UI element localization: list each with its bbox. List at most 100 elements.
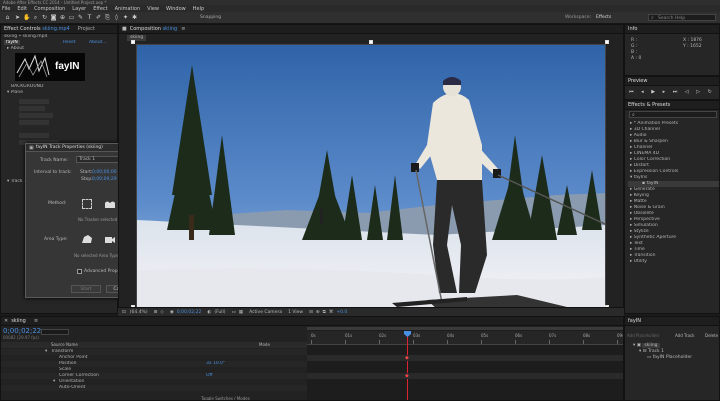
tab-preview[interactable]: Preview — [628, 78, 647, 84]
tree-placeholder[interactable]: ▭ fayIN Placeholder — [633, 355, 692, 361]
menu-item-file[interactable]: File — [2, 6, 10, 12]
tab-menu-icon[interactable]: ≡ — [34, 318, 38, 324]
viewer-timecode[interactable]: 0;00;02;22 — [177, 310, 202, 315]
comp-lock-icon[interactable]: ■ — [122, 26, 127, 32]
menu-item-composition[interactable]: Composition — [34, 6, 65, 12]
start-label: Start: — [80, 170, 93, 175]
mask-icon[interactable]: ◇ — [160, 310, 163, 315]
corner-handle[interactable] — [605, 40, 609, 44]
timeline-graph[interactable]: 0s 01s 02s 03s 04s 05s 06s 07s 08s 09s ◆ ◆ — [307, 327, 623, 400]
menu-item-edit[interactable]: Edit — [17, 6, 27, 12]
effects-search-input[interactable]: ⌕ — [629, 111, 717, 118]
tab-fayin[interactable]: fayIN — [628, 318, 641, 324]
zoom-tool-icon[interactable]: ⌕ — [32, 14, 39, 21]
tracker-shape-icon[interactable] — [104, 199, 116, 209]
grid-icon[interactable]: ⊞ — [154, 310, 158, 315]
comp-breadcrumb[interactable]: skiing — [127, 35, 147, 41]
home-icon[interactable]: ⌂ — [4, 14, 11, 21]
resolution-select[interactable]: (Full) — [214, 310, 225, 315]
about-link[interactable]: About... — [89, 40, 107, 46]
ruler-tick — [413, 340, 414, 344]
edge-handle[interactable] — [369, 40, 373, 44]
exposure-value[interactable]: +0.0 — [336, 310, 347, 315]
col-source-name[interactable]: Source Name — [51, 342, 78, 348]
puppet-tool-icon[interactable]: ✱ — [131, 14, 138, 21]
menu-item-animation[interactable]: Animation — [115, 6, 141, 12]
area-type-object-icon[interactable] — [81, 234, 93, 244]
corner-handle[interactable] — [131, 40, 135, 44]
viewer-image[interactable] — [136, 44, 606, 308]
camera-select[interactable]: Active Camera — [249, 310, 282, 315]
brush-tool-icon[interactable]: ✐ — [95, 14, 102, 21]
camera-snapshot-icon[interactable]: ◉ — [170, 310, 174, 315]
effects-category-item[interactable]: ▸ Utility — [628, 259, 719, 265]
toggle-pixel-icon[interactable]: ⊟ — [309, 310, 313, 315]
plane-row[interactable]: ▾ Plane — [1, 90, 117, 96]
timeline-property-row[interactable]: Auto-Orient — [1, 385, 307, 391]
tab-timeline-skiing[interactable]: skiing — [11, 318, 26, 324]
stop-timecode[interactable]: 0;00;09;29 — [92, 177, 117, 182]
roto-tool-icon[interactable]: ✦ — [122, 14, 129, 21]
timeline-search-input[interactable] — [41, 329, 69, 335]
menu-item-window[interactable]: Window — [166, 6, 186, 12]
pen-tool-icon[interactable]: ✎ — [77, 14, 84, 21]
clone-tool-icon[interactable]: ⎘ — [104, 14, 111, 21]
workspace-select[interactable]: Effects — [596, 15, 611, 20]
region-icon[interactable]: ▭ — [232, 310, 236, 315]
time-ruler[interactable]: 0s 01s 02s 03s 04s 05s 06s 07s 08s 09s — [307, 331, 623, 345]
menu-item-help[interactable]: Help — [193, 6, 204, 12]
add-track-button[interactable]: Add Track — [675, 333, 694, 338]
keyframe-marker[interactable]: ◆ — [405, 373, 409, 379]
menu-item-effect[interactable]: Effect — [93, 6, 107, 12]
add-placeholder-button[interactable]: Add Placeholder — [627, 333, 659, 338]
menu-item-layer[interactable]: Layer — [72, 6, 86, 12]
view-layout-select[interactable]: 1 View — [288, 310, 303, 315]
pan-behind-tool-icon[interactable]: ⊕ — [59, 14, 66, 21]
snapping-label[interactable]: Snapping — [200, 15, 221, 20]
tab-effect-controls[interactable]: Effect Controls skiing.mp4 — [4, 26, 70, 32]
rotate-tool-icon[interactable]: ↻ — [41, 14, 48, 21]
tab-menu-icon[interactable]: ≡ — [181, 26, 185, 32]
tab-composition[interactable]: Composition skiing — [130, 26, 177, 32]
work-area-bar[interactable] — [307, 327, 623, 330]
start-button[interactable]: Start — [71, 285, 101, 293]
col-mode[interactable]: Mode — [259, 342, 270, 348]
current-time-indicator[interactable] — [407, 331, 408, 400]
menu-item-view[interactable]: View — [147, 6, 159, 12]
type-tool-icon[interactable]: T — [86, 14, 93, 21]
area-type-camera-icon[interactable] — [104, 234, 116, 244]
render-icon[interactable]: ⊕ — [316, 310, 320, 315]
reset-link[interactable]: Reset — [63, 40, 76, 46]
flowchart-icon[interactable]: ⌘ — [329, 310, 334, 315]
tab-effects-presets[interactable]: Effects & Presets — [628, 102, 670, 108]
toggle-switches-modes[interactable]: Toggle Switches / Modes — [201, 396, 250, 400]
about-row[interactable]: ▸ About — [1, 46, 117, 52]
mask-tool-icon[interactable]: ▭ — [68, 14, 75, 21]
track-row[interactable]: ▾ Track 1 — [1, 179, 27, 185]
preview-controls[interactable]: ⏮ ◂ ▶ ▸ ⏭ ◁ ▷ ↻ — [629, 89, 715, 95]
keyframe-marker[interactable]: ◆ — [405, 355, 409, 361]
3d-icon[interactable]: ⧉ — [323, 309, 326, 315]
info-xy: X : 1876 Y : 1652 — [683, 38, 702, 49]
magnify-icon[interactable]: ⊡ — [122, 310, 126, 315]
selection-tool-icon[interactable]: ➤ — [14, 14, 21, 21]
effect-row[interactable]: fayIN Reset About... — [1, 40, 117, 46]
tab-project[interactable]: Project — [78, 26, 95, 32]
close-tab-icon[interactable]: ✕ — [4, 318, 8, 324]
color-icon[interactable]: ◐ — [207, 310, 211, 315]
delete-button[interactable]: Delete — [705, 333, 718, 338]
eraser-tool-icon[interactable]: ◊ — [113, 14, 120, 21]
track-name-input[interactable]: Track 1 — [76, 156, 121, 163]
hand-tool-icon[interactable]: ✋ — [23, 14, 30, 21]
ruler-label: 04s — [447, 333, 455, 338]
advanced-checkbox[interactable] — [77, 269, 82, 274]
planar-tracker-icon[interactable] — [82, 199, 92, 209]
transparency-icon[interactable]: ▦ — [239, 310, 243, 315]
zoom-select[interactable]: (64.4%) — [130, 310, 148, 315]
start-timecode[interactable]: 0;00;00;00 — [92, 170, 117, 175]
tab-info[interactable]: Info — [628, 26, 637, 32]
timeline-timecode[interactable]: 0;00;02;22 — [3, 327, 41, 335]
track-name-label: Track Name: — [40, 158, 68, 163]
camera-tool-icon[interactable]: ◙ — [50, 14, 57, 21]
search-help-input[interactable]: ⌕ Search Help — [648, 14, 716, 21]
